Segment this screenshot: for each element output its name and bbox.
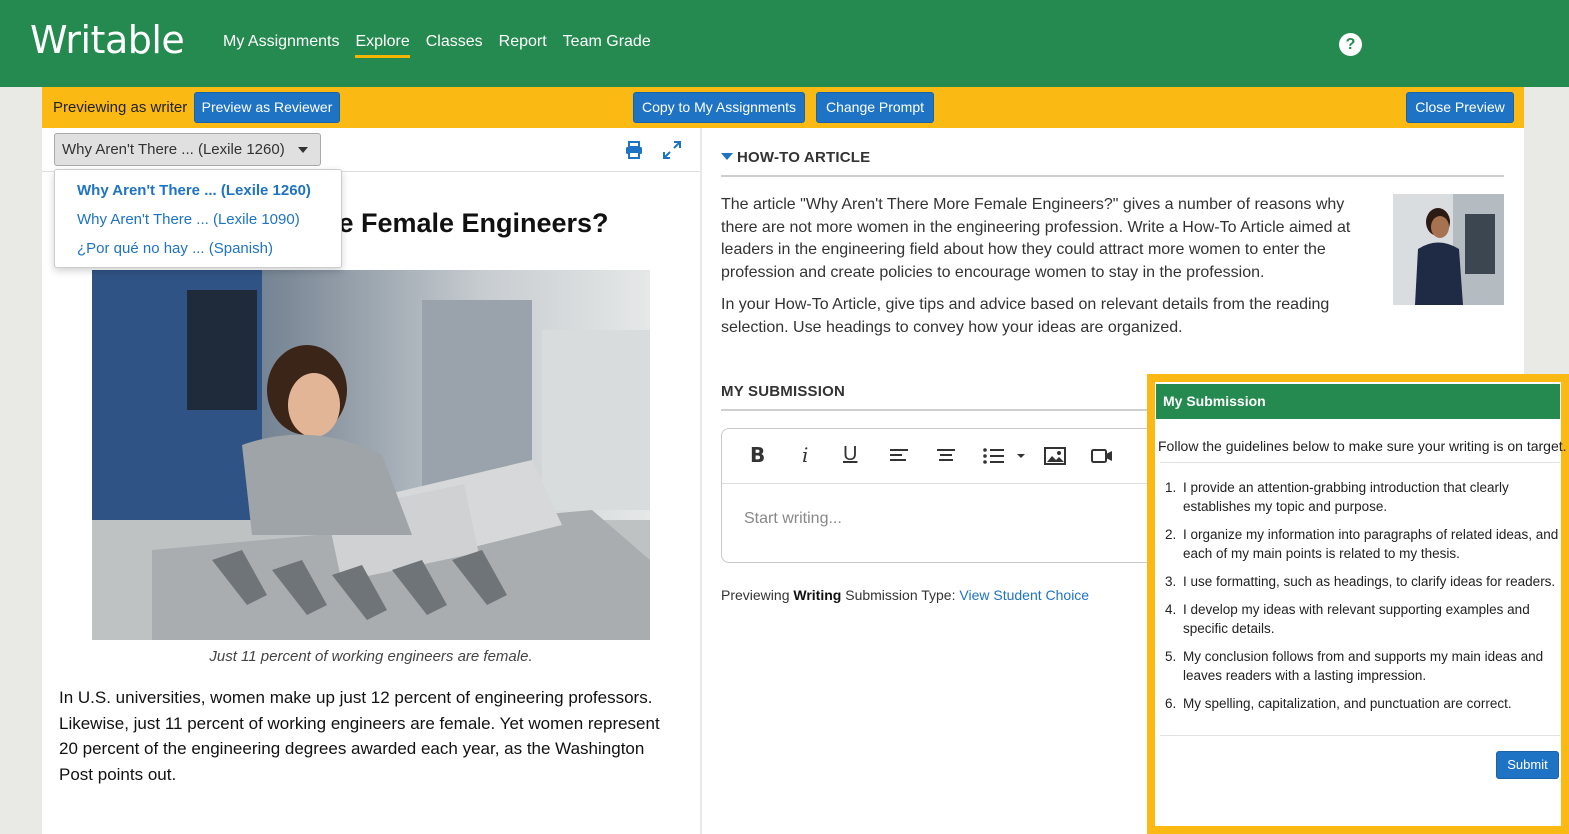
engineer-photo bbox=[92, 270, 650, 640]
my-submission-heading: MY SUBMISSION bbox=[721, 383, 846, 400]
preview-as-reviewer-button[interactable]: Preview as Reviewer bbox=[194, 92, 340, 123]
nav-explore[interactable]: Explore bbox=[355, 33, 410, 58]
version-dropdown-menu: Why Aren't There ... (Lexile 1260) Why A… bbox=[54, 169, 342, 268]
question-circle-icon[interactable]: ? bbox=[1339, 33, 1362, 56]
view-student-choice-link[interactable]: View Student Choice bbox=[959, 587, 1089, 603]
image-caption: Just 11 percent of working engineers are… bbox=[209, 648, 533, 665]
selected-version-label: Why Aren't There ... (Lexile 1260) bbox=[62, 141, 285, 158]
italic-icon[interactable]: i bbox=[802, 443, 808, 469]
nav-my-assignments[interactable]: My Assignments bbox=[223, 33, 339, 58]
editor-placeholder[interactable]: Start writing... bbox=[744, 510, 842, 528]
criterion-item: 2. I organize my information into paragra… bbox=[1165, 527, 1559, 561]
bold-icon[interactable]: B bbox=[750, 443, 765, 469]
version-option-lexile-1090[interactable]: Why Aren't There ... (Lexile 1090) bbox=[77, 211, 300, 228]
nav-report[interactable]: Report bbox=[499, 33, 547, 58]
article-body: In U.S. universities, women make up just… bbox=[59, 688, 660, 784]
prompt-paragraph-2: In your How-To Article, give tips and ad… bbox=[721, 296, 1330, 336]
video-icon[interactable] bbox=[1090, 443, 1114, 469]
criterion-item: 4. I develop my ideas with relevant suppo… bbox=[1165, 602, 1530, 636]
criterion-item: 1. I provide an attention-grabbing introd… bbox=[1165, 480, 1509, 514]
popup-intro: Follow the guidelines below to make sure… bbox=[1158, 438, 1567, 454]
note-prefix: Previewing bbox=[721, 587, 790, 603]
nav-team-grade[interactable]: Team Grade bbox=[563, 33, 651, 58]
submission-type-note: Previewing Writing Submission Type: View… bbox=[721, 587, 1089, 603]
caret-down-icon bbox=[298, 147, 308, 153]
reading-toolbar: Why Aren't There ... (Lexile 1260) bbox=[42, 128, 700, 172]
main-nav: My Assignments Explore Classes Report Te… bbox=[223, 33, 651, 58]
change-prompt-button[interactable]: Change Prompt bbox=[816, 92, 934, 123]
top-navigation: Writable My Assignments Explore Classes … bbox=[0, 0, 1569, 87]
submit-button[interactable]: Submit bbox=[1496, 751, 1559, 779]
align-left-icon[interactable] bbox=[888, 443, 910, 469]
version-option-lexile-1260[interactable]: Why Aren't There ... (Lexile 1260) bbox=[77, 182, 311, 199]
editor-toolbar: B i U bbox=[722, 429, 1180, 484]
preview-bar: Previewing as writer Preview as Reviewer… bbox=[42, 87, 1524, 128]
copy-to-my-assignments-button[interactable]: Copy to My Assignments bbox=[633, 92, 805, 123]
how-to-article-heading[interactable]: HOW-TO ARTICLE bbox=[721, 149, 870, 166]
my-submission-popup: My Submission Follow the guidelines belo… bbox=[1147, 374, 1569, 834]
nav-classes[interactable]: Classes bbox=[426, 33, 483, 58]
criterion-item: 6. My spelling, capitalization, and punct… bbox=[1165, 696, 1512, 711]
print-icon[interactable] bbox=[624, 140, 644, 160]
prompt-paragraph-1: The article "Why Aren't There More Femal… bbox=[721, 196, 1351, 281]
divider bbox=[1160, 462, 1560, 463]
previewing-label: Previewing as writer bbox=[53, 99, 188, 116]
underline-icon[interactable]: U bbox=[843, 443, 857, 469]
criteria-list: 1. I provide an attention-grabbing introd… bbox=[1165, 478, 1563, 722]
caret-down-icon bbox=[721, 152, 733, 160]
criterion-item: 5. My conclusion follows from and support… bbox=[1165, 649, 1544, 683]
divider bbox=[1160, 735, 1560, 736]
image-icon[interactable] bbox=[1043, 443, 1067, 469]
close-preview-button[interactable]: Close Preview bbox=[1406, 92, 1514, 123]
bullet-list-icon[interactable] bbox=[982, 443, 1026, 469]
divider bbox=[721, 175, 1504, 177]
note-suffix: Submission Type: bbox=[845, 587, 956, 603]
writable-logo[interactable]: Writable bbox=[30, 18, 185, 62]
popup-title: My Submission bbox=[1156, 384, 1560, 419]
criterion-item: 3. I use formatting, such as headings, to… bbox=[1165, 574, 1556, 589]
reading-version-select[interactable]: Why Aren't There ... (Lexile 1260) bbox=[54, 133, 321, 166]
align-center-icon[interactable] bbox=[935, 443, 957, 469]
engineer-thumbnail bbox=[1393, 194, 1504, 305]
version-option-spanish[interactable]: ¿Por qué no hay ... (Spanish) bbox=[77, 240, 273, 257]
how-to-article-label: HOW-TO ARTICLE bbox=[737, 149, 871, 166]
submission-editor: B i U Start writing... bbox=[721, 428, 1181, 563]
note-type: Writing bbox=[793, 587, 842, 603]
expand-icon[interactable] bbox=[662, 140, 682, 160]
divider bbox=[721, 409, 1161, 411]
